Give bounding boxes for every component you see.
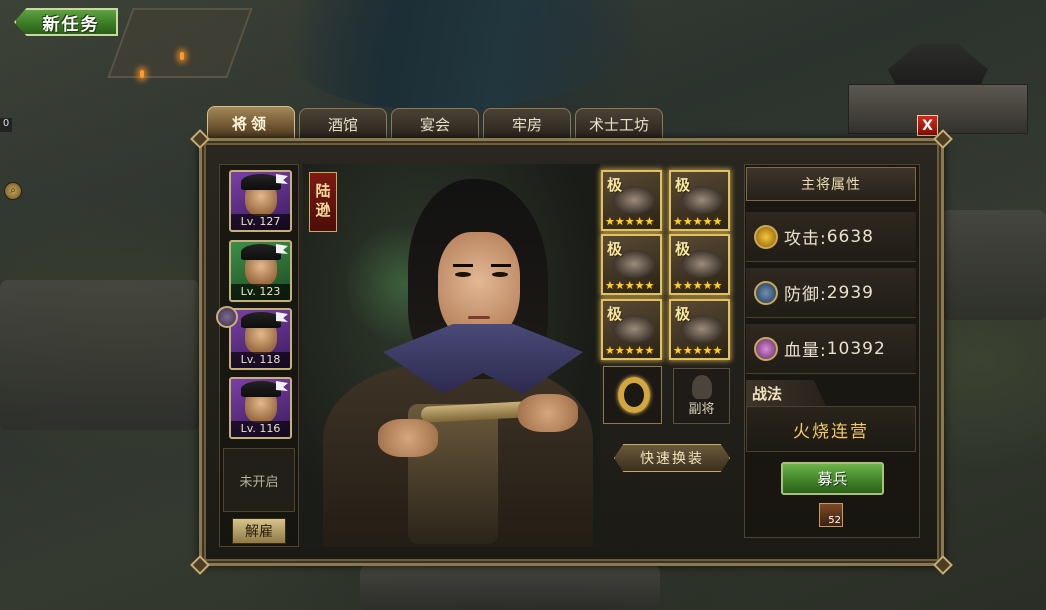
equipment-rank: 极 (607, 305, 623, 323)
side-counter: 0 (0, 118, 12, 132)
general-helmet (241, 244, 281, 260)
map-cliff (0, 280, 200, 430)
flag-icon (276, 244, 288, 254)
equipment-rank: 极 (675, 305, 691, 323)
castle-wall (848, 84, 1028, 134)
equipment-slot[interactable]: 极 ★★★★★ (601, 170, 662, 231)
hero-mouth (468, 316, 490, 319)
hero-brow (491, 264, 511, 267)
equipment-stars: ★★★★★ (673, 215, 723, 228)
deputy-badge-icon (216, 306, 238, 328)
equipment-slot[interactable]: 极 ★★★★★ (669, 234, 730, 295)
locked-general-slot: 未开启 (223, 448, 295, 512)
general-hair (241, 174, 281, 190)
tactic-name[interactable]: 火烧连营 (746, 406, 916, 452)
equipment-slot[interactable]: 极 ★★★★★ (601, 299, 662, 360)
equipment-stars: ★★★★★ (605, 279, 655, 292)
map-torch (180, 52, 184, 60)
map-castle[interactable] (848, 44, 1028, 136)
attack-icon (754, 224, 778, 249)
general-level: Lv. 123 (231, 284, 290, 300)
flag-icon (276, 381, 288, 391)
deputy-general-slot[interactable]: 副将 (673, 368, 730, 424)
new-quest-button[interactable]: 新任务 (14, 8, 118, 36)
flag-icon (276, 312, 288, 322)
hp-value: 10392 (826, 338, 886, 359)
general-level: Lv. 118 (231, 352, 290, 368)
equipment-stars: ★★★★★ (673, 279, 723, 292)
hero-eye (492, 272, 508, 277)
general-card[interactable]: Lv. 118 (229, 308, 292, 370)
map-cliff (940, 210, 1046, 320)
hero-brow (453, 264, 473, 267)
equipment-stars: ★★★★★ (673, 344, 723, 357)
troop-count: 52 (828, 515, 841, 526)
hero-name-badge: 陆逊 (309, 172, 337, 232)
equipment-stars: ★★★★★ (605, 344, 655, 357)
tab-banquet[interactable]: 宴会 (391, 108, 479, 139)
tab-prison[interactable]: 牢房 (483, 108, 571, 139)
attack-label: 攻击: (784, 229, 827, 249)
defense-row: 防御: 2939 (746, 268, 916, 318)
defense-value: 2939 (826, 282, 874, 303)
tab-sorcerer-workshop[interactable]: 术士工坊 (575, 108, 663, 139)
general-level: Lv. 116 (231, 421, 290, 437)
general-tabs: 将领 酒馆 宴会 牢房 术士工坊 (207, 106, 663, 139)
attack-value: 6638 (826, 226, 874, 247)
shield-icon (754, 280, 778, 305)
equipment-rank: 极 (675, 240, 691, 258)
equipment-rank: 极 (675, 176, 691, 194)
map-cliff (360, 565, 660, 610)
map-fort[interactable] (107, 8, 253, 78)
equipment-rank: 极 (607, 176, 623, 194)
hero-eye (455, 272, 471, 277)
equipment-slot[interactable]: 极 ★★★★★ (669, 299, 730, 360)
hero-portrait (303, 164, 600, 547)
equipment-stars: ★★★★★ (605, 215, 655, 228)
ring-icon (618, 377, 650, 413)
hp-row: 血量: 10392 (746, 324, 916, 374)
hero-hand (518, 394, 578, 432)
equipment-slot[interactable]: 极 ★★★★★ (601, 234, 662, 295)
flag-icon (276, 174, 288, 184)
general-helmet (241, 312, 281, 328)
general-card[interactable]: Lv. 116 (229, 377, 292, 439)
quick-equip-button[interactable]: 快速换装 (614, 444, 730, 472)
equipment-slot[interactable]: 极 ★★★★★ (669, 170, 730, 231)
defense-label: 防御: (784, 285, 827, 305)
tactic-title: 战法 (746, 380, 826, 406)
health-icon (754, 336, 778, 361)
general-level: Lv. 127 (231, 214, 290, 230)
tab-generals[interactable]: 将领 (207, 106, 295, 139)
close-button[interactable]: X (917, 115, 938, 136)
tab-tavern[interactable]: 酒馆 (299, 108, 387, 139)
attack-row: 攻击: 6638 (746, 212, 916, 262)
map-torch (140, 70, 144, 78)
general-card[interactable]: Lv. 127 (229, 170, 292, 232)
search-icon[interactable]: ⌕ (4, 182, 22, 200)
treasure-slot[interactable] (603, 366, 662, 424)
deputy-label: 副将 (688, 402, 715, 417)
hero-hand (378, 419, 438, 457)
equipment-rank: 极 (607, 240, 623, 258)
attribute-title: 主将属性 (746, 167, 916, 201)
deputy-silhouette-icon (692, 375, 712, 399)
troop-item-icon: 52 (819, 503, 843, 527)
hp-label: 血量: (784, 341, 827, 361)
general-card[interactable]: Lv. 123 (229, 240, 292, 302)
map-river (300, 0, 630, 110)
recruit-button[interactable]: 募兵 (781, 462, 884, 495)
dismiss-button[interactable]: 解雇 (232, 518, 286, 544)
general-helmet (241, 381, 281, 397)
